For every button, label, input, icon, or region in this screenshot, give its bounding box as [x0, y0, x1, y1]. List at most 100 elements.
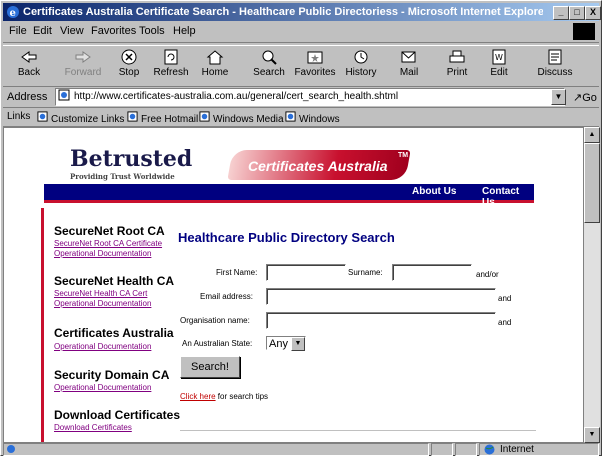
zone-indicator: Internet: [479, 443, 599, 456]
minimize-button[interactable]: _: [553, 6, 569, 20]
sidebar-link-download-certificates[interactable]: Download Certificates: [54, 423, 132, 432]
status-cell: [431, 443, 453, 456]
discuss-button[interactable]: Discuss: [533, 48, 577, 84]
site-nav: About Us Contact Us: [44, 184, 534, 208]
address-input[interactable]: http://www.certificates-australia.com.au…: [55, 88, 565, 106]
link-windows[interactable]: Windows: [285, 111, 340, 125]
and-or-text: and/or: [476, 270, 499, 279]
home-button[interactable]: Home: [193, 48, 237, 84]
stop-icon: [121, 49, 137, 65]
refresh-label: Refresh: [153, 67, 189, 78]
email-label: Email address:: [200, 292, 253, 301]
sidebar-title-download-certificates: Download Certificates: [54, 408, 181, 422]
sidebar-link-health-ca-docs[interactable]: Operational Documentation: [54, 299, 151, 308]
window-title: Certificates Australia Certificate Searc…: [23, 6, 543, 18]
search-submit-button[interactable]: Search!: [180, 356, 240, 378]
certificates-australia-text: Certificates Australia: [248, 158, 388, 174]
link-free-hotmail[interactable]: Free Hotmail: [127, 111, 198, 125]
link-windows-media[interactable]: Windows Media: [199, 111, 284, 125]
print-button[interactable]: Print: [435, 48, 479, 84]
links-bar: Links Customize Links Free Hotmail Windo…: [3, 108, 599, 127]
and-text: and: [498, 318, 512, 327]
sidebar-link-ca-docs[interactable]: Operational Documentation: [54, 342, 151, 351]
surname-input[interactable]: [392, 264, 472, 281]
menu-bar: File Edit View Favorites Tools Help: [3, 22, 599, 43]
page-icon: [37, 111, 48, 122]
forward-arrow-icon: [75, 51, 91, 63]
page-icon: [285, 111, 296, 122]
sidebar-link-security-domain-docs[interactable]: Operational Documentation: [54, 383, 151, 392]
vertical-scrollbar[interactable]: ▲ ▼: [584, 127, 600, 443]
organisation-label: Organisation name:: [180, 316, 250, 325]
address-url: http://www.certificates-australia.com.au…: [74, 91, 399, 102]
nav-about-us[interactable]: About Us: [412, 186, 456, 197]
stop-label: Stop: [118, 67, 140, 78]
betrusted-tagline: Providing Trust Worldwide: [70, 172, 175, 181]
go-label: Go: [582, 92, 597, 104]
stop-button[interactable]: Stop: [107, 48, 151, 84]
sidebar-link-root-ca-certificate[interactable]: SecureNet Root CA Certificate: [54, 239, 162, 248]
links-label: Links: [7, 111, 31, 122]
nav-contact-us[interactable]: Contact Us: [482, 186, 534, 208]
go-button[interactable]: ↗Go: [573, 91, 597, 104]
sidebar-title-certificates-australia: Certificates Australia: [54, 326, 174, 340]
divider: [180, 430, 536, 431]
svg-text:W: W: [495, 53, 503, 62]
address-bar: Address http://www.certificates-australi…: [3, 87, 599, 108]
link-label: Free Hotmail: [141, 114, 199, 125]
chevron-down-icon: ▼: [291, 337, 305, 351]
sidebar: SecureNet Root CA SecureNet Root CA Cert…: [41, 208, 180, 442]
history-label: History: [345, 67, 377, 78]
sidebar-title-security-domain-ca: Security Domain CA: [54, 368, 170, 382]
state-select[interactable]: Any ▼: [266, 336, 306, 351]
sidebar-title-securenet-root-ca: SecureNet Root CA: [54, 224, 165, 238]
mail-button[interactable]: Mail: [387, 48, 431, 84]
back-button[interactable]: Back: [7, 48, 51, 84]
email-input[interactable]: [266, 288, 496, 305]
windows-logo-icon: [573, 23, 595, 40]
close-button[interactable]: X: [585, 6, 601, 20]
first-name-input[interactable]: [266, 264, 346, 281]
print-label: Print: [446, 67, 468, 78]
scroll-up-button[interactable]: ▲: [584, 127, 600, 143]
search-tips-link[interactable]: Click here: [180, 392, 216, 401]
sidebar-link-root-ca-docs[interactable]: Operational Documentation: [54, 249, 151, 258]
organisation-input[interactable]: [266, 312, 496, 329]
menu-favorites[interactable]: Favorites: [91, 25, 136, 37]
favorites-button[interactable]: Favorites: [293, 48, 337, 84]
ie-page-icon: [7, 445, 15, 453]
maximize-button[interactable]: □: [569, 6, 585, 20]
edit-icon: W: [492, 49, 506, 65]
scroll-thumb[interactable]: [584, 143, 600, 223]
state-selected-value: Any: [269, 338, 288, 350]
menu-file[interactable]: File: [9, 25, 27, 37]
forward-button[interactable]: Forward: [61, 48, 105, 84]
address-dropdown-button[interactable]: ▼: [551, 89, 566, 105]
menu-edit[interactable]: Edit: [33, 25, 52, 37]
trademark-mark: TM: [398, 152, 409, 159]
menu-tools[interactable]: Tools: [139, 25, 165, 37]
search-tips-text: for search tips: [215, 392, 269, 401]
search-button[interactable]: Search: [247, 48, 291, 84]
scroll-down-button[interactable]: ▼: [584, 427, 600, 443]
favorites-label: Favorites: [294, 67, 336, 78]
favorites-icon: [307, 51, 323, 64]
edit-label: Edit: [490, 67, 508, 78]
edit-button[interactable]: W Edit: [477, 48, 521, 84]
refresh-button[interactable]: Refresh: [149, 48, 193, 84]
sidebar-title-securenet-health-ca: SecureNet Health CA: [54, 274, 175, 288]
betrusted-logo[interactable]: Betrusted: [70, 146, 192, 172]
back-arrow-icon: [21, 51, 37, 63]
link-customize-links[interactable]: Customize Links: [37, 111, 124, 125]
link-label: Windows Media: [213, 114, 284, 125]
history-button[interactable]: History: [339, 48, 383, 84]
state-label: An Australian State:: [182, 339, 253, 348]
home-icon: [206, 50, 224, 65]
page-viewport[interactable]: Betrusted Providing Trust Worldwide Cert…: [3, 127, 584, 443]
title-bar[interactable]: e Certificates Australia Certificate Sea…: [3, 3, 601, 21]
sidebar-link-health-ca-cert[interactable]: SecureNet Health CA Cert: [54, 289, 147, 298]
menu-help[interactable]: Help: [173, 25, 196, 37]
discuss-label: Discuss: [537, 67, 573, 78]
menu-view[interactable]: View: [60, 25, 84, 37]
zone-label: Internet: [500, 444, 534, 455]
